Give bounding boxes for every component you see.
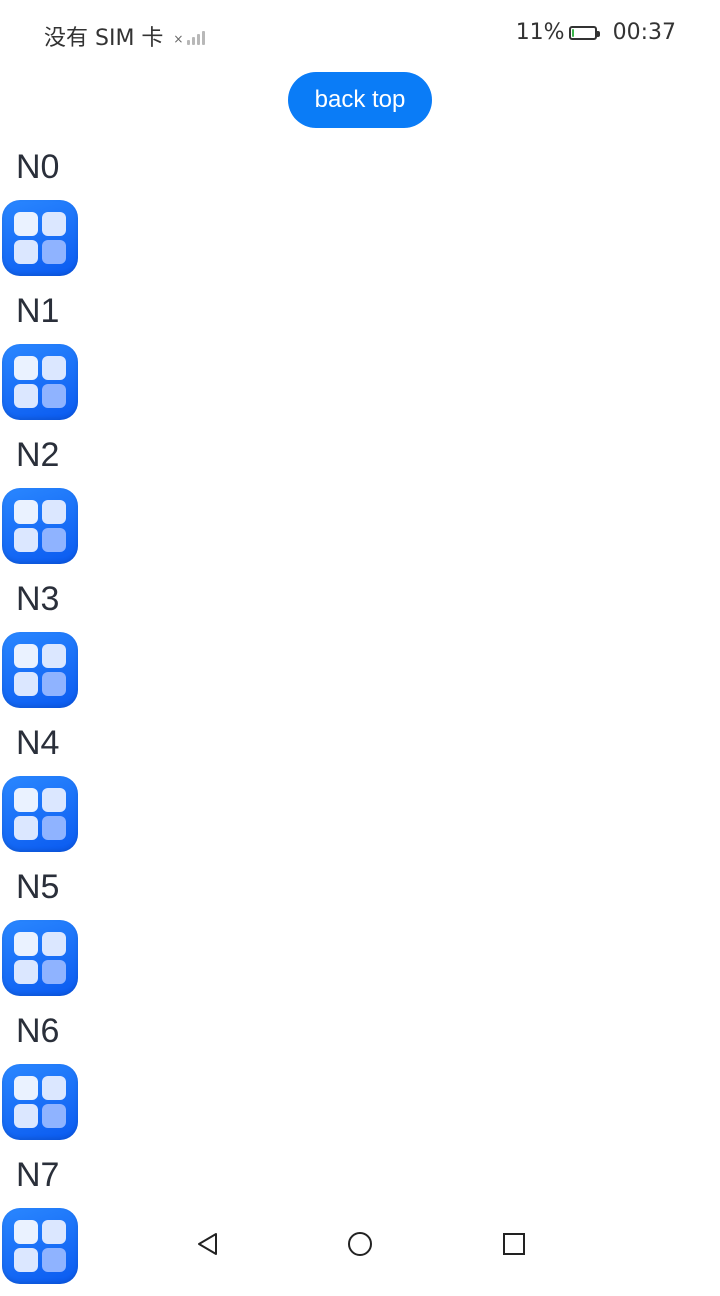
- icon-tile: [42, 788, 66, 812]
- app-grid-icon[interactable]: [2, 1064, 78, 1140]
- icon-tile: [42, 644, 66, 668]
- list-item[interactable]: N0: [0, 144, 720, 288]
- icon-tile: [14, 212, 38, 236]
- app-grid-icon[interactable]: [2, 920, 78, 996]
- icon-tile: [42, 384, 66, 408]
- clock-time: 00:37: [612, 20, 676, 45]
- item-label: N5: [16, 868, 60, 906]
- icon-tile: [42, 212, 66, 236]
- icon-tile: [14, 500, 38, 524]
- icon-tile: [14, 528, 38, 552]
- icon-tile: [14, 644, 38, 668]
- icon-tile: [42, 932, 66, 956]
- status-left: 没有 SIM 卡 ×: [44, 20, 206, 52]
- icon-tile: [42, 528, 66, 552]
- item-label: N6: [16, 1012, 60, 1050]
- icon-tile: [14, 932, 38, 956]
- recent-square-icon[interactable]: [500, 1230, 528, 1258]
- battery-group: 11%: [515, 20, 600, 45]
- status-right: 11% 00:37: [516, 20, 676, 45]
- icon-tile: [14, 240, 38, 264]
- app-grid-icon[interactable]: [2, 488, 78, 564]
- icon-tile: [14, 788, 38, 812]
- icon-tile: [42, 240, 66, 264]
- back-triangle-icon[interactable]: [194, 1230, 222, 1258]
- back-top-button[interactable]: back top: [288, 72, 432, 128]
- icon-tile: [42, 356, 66, 380]
- icon-tile: [14, 356, 38, 380]
- item-list[interactable]: N0 N1 N2 N3 N4 N5 N6 N7: [0, 144, 720, 1296]
- icon-tile: [42, 1076, 66, 1100]
- icon-tile: [42, 816, 66, 840]
- list-item[interactable]: N1: [0, 288, 720, 432]
- icon-tile: [14, 1076, 38, 1100]
- icon-tile: [42, 672, 66, 696]
- app-grid-icon[interactable]: [2, 776, 78, 852]
- icon-tile: [42, 1104, 66, 1128]
- list-item[interactable]: N3: [0, 576, 720, 720]
- item-label: N7: [16, 1156, 60, 1194]
- app-grid-icon[interactable]: [2, 344, 78, 420]
- item-label: N2: [16, 436, 60, 474]
- carrier-text: 没有 SIM 卡: [44, 26, 164, 51]
- item-label: N1: [16, 292, 60, 330]
- status-bar: 没有 SIM 卡 × 11% 00:37: [0, 0, 720, 72]
- list-item[interactable]: N2: [0, 432, 720, 576]
- app-grid-icon[interactable]: [2, 632, 78, 708]
- icon-tile: [14, 384, 38, 408]
- item-label: N4: [16, 724, 60, 762]
- app-grid-icon[interactable]: [2, 200, 78, 276]
- icon-tile: [42, 500, 66, 524]
- icon-tile: [14, 1104, 38, 1128]
- icon-tile: [14, 960, 38, 984]
- icon-tile: [42, 960, 66, 984]
- list-item[interactable]: N5: [0, 864, 720, 1008]
- signal-icon: ×: [173, 27, 206, 45]
- home-circle-icon[interactable]: [346, 1230, 374, 1258]
- list-item[interactable]: N6: [0, 1008, 720, 1152]
- list-item[interactable]: N4: [0, 720, 720, 864]
- icon-tile: [14, 816, 38, 840]
- item-label: N3: [16, 580, 60, 618]
- battery-percent: 11%: [515, 20, 565, 45]
- battery-icon: [568, 25, 600, 40]
- battery-level: [571, 28, 574, 37]
- icon-tile: [14, 672, 38, 696]
- item-label: N0: [16, 148, 60, 186]
- navigation-bar: [0, 1208, 720, 1280]
